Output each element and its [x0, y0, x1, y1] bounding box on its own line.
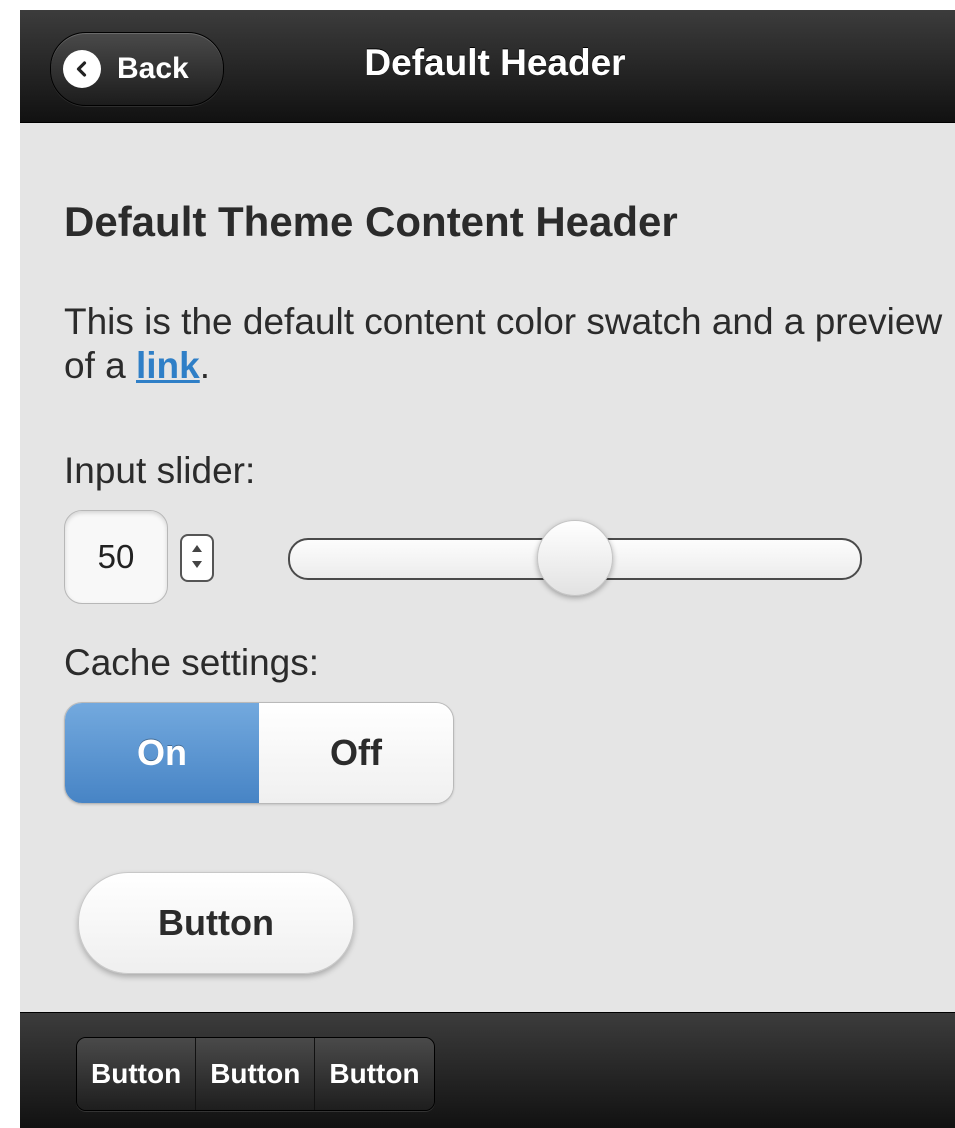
- stepper-down-arrow[interactable]: [192, 561, 202, 568]
- preview-link[interactable]: link: [136, 345, 200, 386]
- chevron-left-icon: [63, 50, 101, 88]
- header-bar: Back Default Header: [20, 10, 955, 123]
- footer-button-3[interactable]: Button: [315, 1038, 434, 1110]
- header-title: Default Header: [364, 42, 626, 83]
- spinner-arrows-icon[interactable]: [180, 534, 214, 582]
- footer-button-1[interactable]: Button: [77, 1038, 197, 1110]
- back-button-label: Back: [117, 52, 189, 85]
- slider-handle[interactable]: [537, 520, 613, 596]
- slider-value-input[interactable]: 50: [64, 510, 168, 604]
- footer-bar: Button Button Button: [20, 1012, 955, 1128]
- stepper-up-arrow[interactable]: [192, 545, 202, 552]
- main-button[interactable]: Button: [78, 872, 354, 974]
- app-frame: Back Default Header Default Theme Conten…: [20, 10, 955, 1128]
- cache-toggle[interactable]: On Off: [64, 702, 454, 804]
- footer-button-group: Button Button Button: [76, 1037, 435, 1111]
- paragraph-end: .: [199, 345, 211, 386]
- slider-label: Input slider:: [64, 450, 256, 491]
- back-button[interactable]: Back: [50, 32, 224, 106]
- cache-settings-label: Cache settings:: [64, 642, 320, 683]
- cache-toggle-on[interactable]: On: [65, 703, 259, 803]
- content-heading: Default Theme Content Header: [64, 198, 678, 245]
- footer-button-2[interactable]: Button: [196, 1038, 316, 1110]
- cache-toggle-off[interactable]: Off: [259, 703, 453, 803]
- content-paragraph: This is the default content color swatch…: [64, 300, 944, 388]
